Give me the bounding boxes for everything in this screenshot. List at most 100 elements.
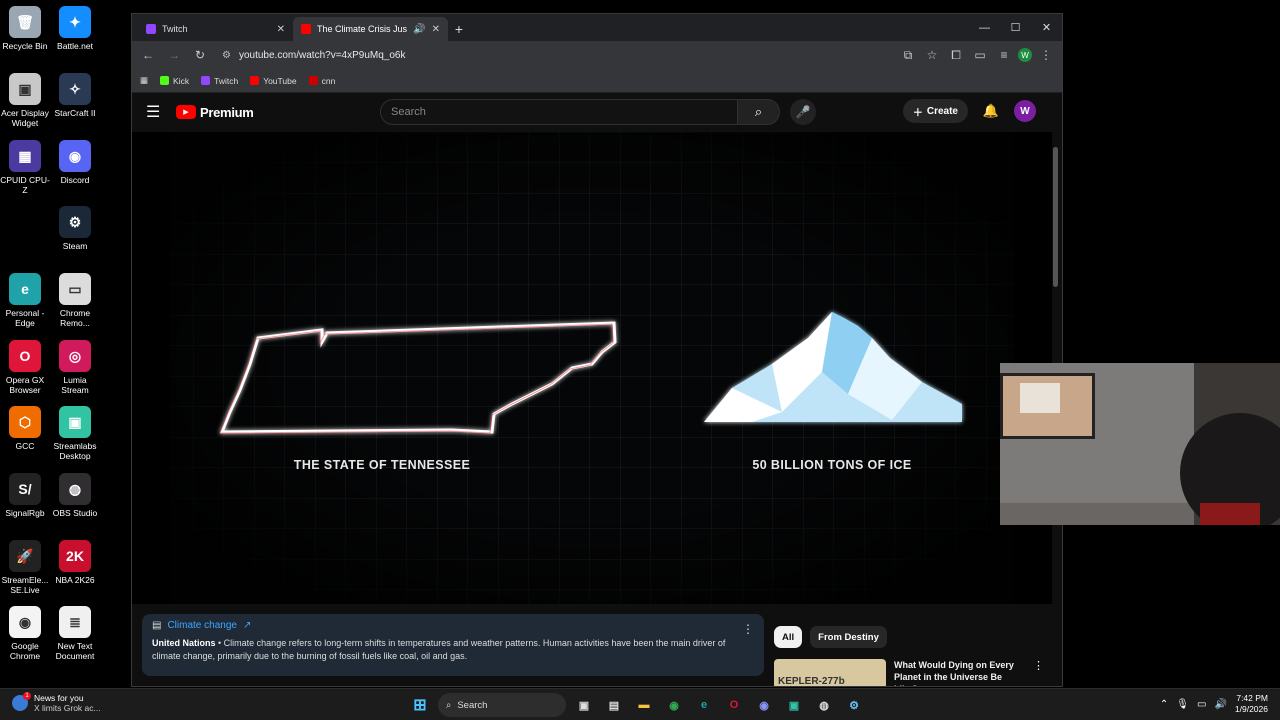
microphone-tray-icon[interactable]: 🎙: [1176, 699, 1189, 710]
desktop-icon[interactable]: ✦ Battle.net: [50, 6, 100, 51]
chrome-icon[interactable]: ◉: [662, 693, 686, 717]
opera-gx-icon[interactable]: O: [722, 693, 746, 717]
desktop-icon[interactable]: S/SignalRgb: [0, 473, 50, 518]
desktop-icon[interactable]: ▣ Streamlabs Desktop: [50, 406, 100, 461]
desktop-icon[interactable]: ◉ Discord: [50, 140, 100, 185]
video-player[interactable]: THE STATE OF TENNESSEE 50 BILLION TONS O…: [132, 132, 1052, 604]
media-icon[interactable]: ≡: [994, 45, 1014, 65]
file-explorer-icon[interactable]: ▬: [632, 693, 656, 717]
close-tab-icon[interactable]: ✕: [432, 24, 440, 35]
desktop-app-icon: e: [9, 273, 41, 305]
discord-icon[interactable]: ◉: [752, 693, 776, 717]
desktop-icon[interactable]: ▣ Acer Display Widget: [0, 73, 50, 128]
reload-icon[interactable]: ↻: [190, 45, 210, 65]
desktop-icon-label: Lumia Stream: [61, 375, 89, 395]
recommendation-thumbnail[interactable]: KEPLER-277b: [774, 659, 886, 686]
desktop-app-icon: 🗑: [9, 6, 41, 38]
info-more-icon[interactable]: ⋮: [742, 622, 754, 636]
desktop-icon[interactable]: 🚀 StreamEle... SE.Live: [0, 540, 50, 595]
desktop-icon[interactable]: ≣ New Text Document: [50, 606, 100, 661]
desktop-app-icon: ◍: [59, 473, 91, 505]
bookmark-kick[interactable]: Kick: [160, 76, 189, 86]
clock[interactable]: 7:42 PM 1/9/2026: [1235, 693, 1268, 715]
hamburger-menu-icon[interactable]: ☰: [146, 102, 170, 122]
close-window-icon[interactable]: ✕: [1031, 14, 1062, 41]
profile-avatar[interactable]: W: [1018, 48, 1032, 62]
recommendation-item[interactable]: KEPLER-277b What Would Dying on Every Pl…: [774, 659, 1044, 686]
tab-youtube[interactable]: The Climate Crisis Just Hit a 🔊 ✕: [293, 17, 448, 41]
steam-icon[interactable]: ⚙: [842, 693, 866, 717]
recommendation-title[interactable]: What Would Dying on Every Planet in the …: [894, 659, 1025, 686]
clock-time: 7:42 PM: [1236, 693, 1268, 703]
site-info-icon[interactable]: ⚙: [222, 50, 231, 61]
desktop-icon[interactable]: ◎ Lumia Stream: [50, 340, 100, 395]
desktop-icon[interactable]: 2K NBA 2K26: [50, 540, 100, 585]
desktop-icon[interactable]: 🗑 Recycle Bin: [0, 6, 50, 51]
desktop-app-icon: ◎: [59, 340, 91, 372]
widgets-icon[interactable]: ▤: [602, 693, 626, 717]
apps-grid-icon[interactable]: ▦: [140, 75, 148, 86]
desktop-app-icon: ▣: [59, 406, 91, 438]
bookmark-star-icon[interactable]: ☆: [922, 45, 942, 65]
streamlabs-icon[interactable]: ▣: [782, 693, 806, 717]
minimize-icon[interactable]: —: [969, 14, 1000, 41]
info-source: United Nations: [152, 638, 216, 648]
audio-icon[interactable]: 🔊: [413, 24, 425, 35]
external-link-icon[interactable]: ↗: [243, 620, 251, 631]
cast-icon[interactable]: ⧉: [898, 45, 918, 65]
windows-start-icon[interactable]: ⊞: [408, 693, 432, 717]
news-widget[interactable]: 1 News for you X limits Grok ac...: [12, 692, 101, 713]
sidepanel-icon[interactable]: ▭: [970, 45, 990, 65]
search-icon: ⌕: [446, 699, 452, 711]
obs-icon[interactable]: ◍: [812, 693, 836, 717]
bookmark-cnn[interactable]: cnn: [308, 76, 335, 86]
chip-all[interactable]: All: [774, 626, 803, 648]
chip-from-destiny[interactable]: From Destiny: [810, 626, 887, 648]
youtube-avatar[interactable]: W: [1014, 100, 1036, 122]
desktop-icon[interactable]: ◍ OBS Studio: [50, 473, 100, 518]
recommendation-more-icon[interactable]: ⋮: [1033, 659, 1044, 686]
cnn-icon: [308, 76, 318, 85]
display-icon[interactable]: ▭: [1197, 699, 1206, 710]
bookmarks-bar: ▦ Kick Twitch YouTube cnn: [132, 69, 1062, 93]
new-tab-button[interactable]: +: [448, 17, 470, 41]
desktop-icon[interactable]: ▦ CPUID CPU-Z: [0, 140, 50, 195]
task-view-icon[interactable]: ▣: [572, 693, 596, 717]
tab-strip: Twitch ✕ The Climate Crisis Just Hit a 🔊…: [132, 14, 1062, 41]
close-tab-icon[interactable]: ✕: [277, 24, 285, 35]
info-title-link[interactable]: Climate change: [167, 620, 236, 631]
search-icon[interactable]: ⌕: [738, 99, 780, 125]
desktop-icon[interactable]: ▭ Chrome Remo...: [50, 273, 100, 328]
desktop-app-icon: ≣: [59, 606, 91, 638]
extensions-icon[interactable]: ⧠: [946, 45, 966, 65]
edge-icon[interactable]: e: [692, 693, 716, 717]
desktop-icon-label: OBS Studio: [52, 508, 98, 518]
bookmark-youtube[interactable]: YouTube: [250, 76, 297, 86]
desktop-icon[interactable]: e Personal - Edge: [0, 273, 50, 328]
tab-twitch[interactable]: Twitch ✕: [138, 17, 293, 41]
search-input[interactable]: Search: [380, 99, 738, 125]
desktop-icon[interactable]: ✧ StarCraft II: [50, 73, 100, 118]
bookmark-label: Twitch: [214, 75, 239, 86]
tab-title: The Climate Crisis Just Hit a: [317, 24, 408, 34]
microphone-icon[interactable]: 🎤: [790, 99, 816, 125]
volume-icon[interactable]: 🔊: [1214, 699, 1226, 710]
youtube-logo[interactable]: ▶ Premium: [176, 105, 254, 120]
bookmark-twitch[interactable]: Twitch: [201, 76, 238, 86]
address-bar[interactable]: ⚙ youtube.com/watch?v=4xP9uMq_o6k: [216, 44, 892, 66]
notifications-bell-icon[interactable]: 🔔: [980, 103, 1002, 119]
create-button[interactable]: ＋ Create: [902, 99, 968, 123]
desktop-icon[interactable]: ⬡ GCC: [0, 406, 50, 451]
desktop-icon[interactable]: ◉ Google Chrome: [0, 606, 50, 661]
desktop-icon-label: StreamEle... SE.Live: [1, 575, 49, 595]
taskbar-search[interactable]: ⌕ Search: [438, 693, 566, 717]
desktop-icon[interactable]: O Opera GX Browser: [0, 340, 50, 395]
chevron-up-icon[interactable]: ⌃: [1160, 699, 1168, 710]
scrollbar-thumb[interactable]: [1053, 147, 1058, 287]
desktop-icon[interactable]: ⚙ Steam: [50, 206, 100, 251]
back-icon[interactable]: ←: [138, 45, 158, 65]
menu-kebab-icon[interactable]: ⋮: [1036, 45, 1056, 65]
webcam-overlay: [1000, 363, 1280, 525]
forward-icon[interactable]: →: [164, 45, 184, 65]
maximize-icon[interactable]: ☐: [1000, 14, 1031, 41]
